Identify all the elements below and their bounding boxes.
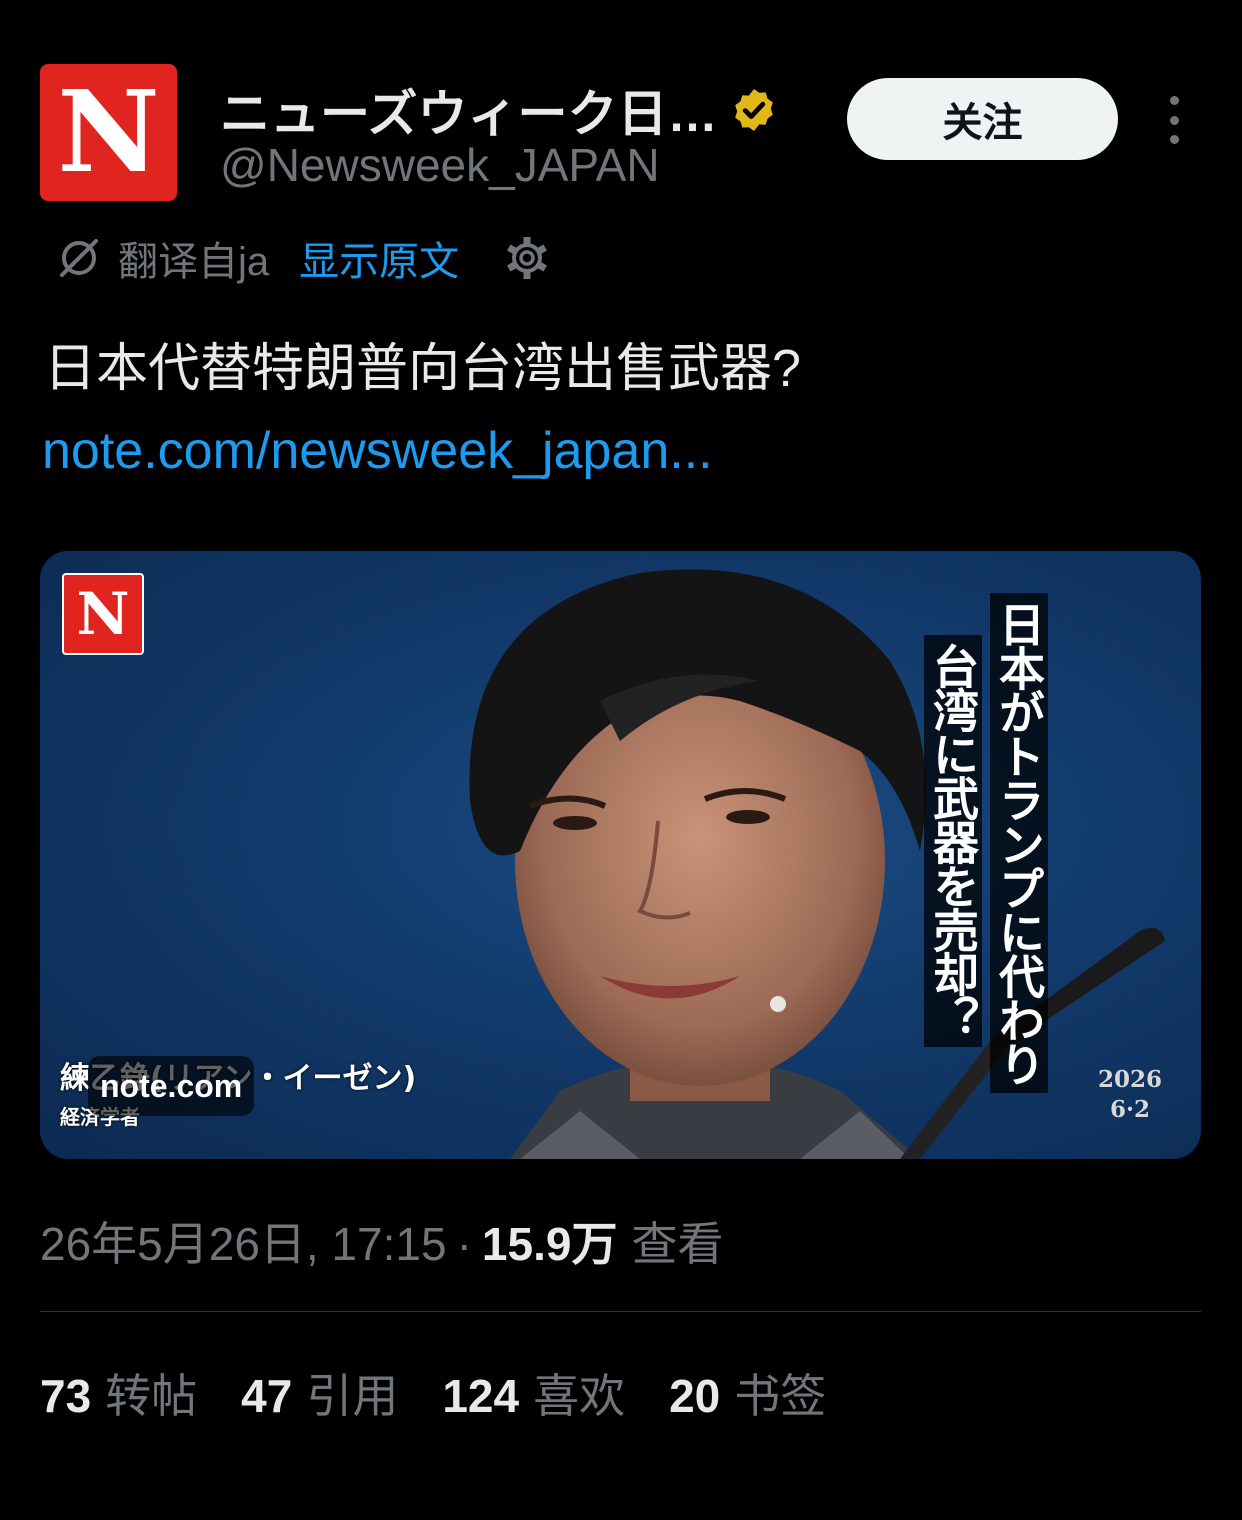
user-handle[interactable]: @Newsweek_JAPAN bbox=[220, 138, 660, 192]
quotes-count: 47 bbox=[241, 1370, 293, 1422]
card-date-year: 2026 bbox=[1098, 1066, 1163, 1093]
translation-bar: 翻译自ja 显示原文 bbox=[54, 228, 551, 288]
post-link[interactable]: note.com/newsweek_japan... bbox=[42, 418, 713, 484]
card-headline-col2: 台湾に武器を売却？ bbox=[924, 635, 982, 1047]
engagement-stats: 73 转帖 47 引用 124 喜欢 20 书签 bbox=[40, 1360, 870, 1426]
translate-icon bbox=[60, 239, 98, 277]
bookmarks-label: 书签 bbox=[734, 1370, 827, 1422]
post-meta: 26年5月26日, 17:15 · 15.9万 查看 bbox=[40, 1208, 723, 1274]
reposts-count: 73 bbox=[40, 1370, 92, 1422]
divider bbox=[40, 1311, 1201, 1312]
quotes-stat[interactable]: 47 引用 bbox=[241, 1360, 398, 1426]
show-original-link[interactable]: 显示原文 bbox=[299, 229, 459, 287]
timestamp[interactable]: 26年5月26日, 17:15 bbox=[40, 1208, 447, 1274]
views-count: 15.9万 bbox=[481, 1218, 618, 1270]
quotes-label: 引用 bbox=[306, 1370, 399, 1422]
likes-label: 喜欢 bbox=[533, 1370, 626, 1422]
card-date-day: 6·2 bbox=[1110, 1096, 1151, 1123]
avatar[interactable]: N bbox=[40, 64, 177, 201]
avatar-letter: N bbox=[57, 66, 160, 198]
media-card[interactable]: N 日本がトランプに代わり 台湾に武器を売却？ 2026 6·2 練乙錚(リアン… bbox=[40, 551, 1201, 1159]
bookmarks-stat[interactable]: 20 书签 bbox=[669, 1360, 826, 1426]
translation-label: 翻译自ja bbox=[118, 240, 270, 284]
bookmarks-count: 20 bbox=[669, 1370, 721, 1422]
follow-button[interactable]: 关注 bbox=[847, 78, 1118, 160]
views-label: 查看 bbox=[631, 1218, 724, 1270]
card-date: 2026 6·2 bbox=[1098, 1065, 1162, 1125]
display-name-text: ニューズウィーク日… bbox=[220, 86, 718, 142]
reposts-label: 转帖 bbox=[105, 1370, 198, 1422]
reposts-stat[interactable]: 73 转帖 bbox=[40, 1360, 197, 1426]
likes-count: 124 bbox=[442, 1370, 520, 1422]
more-icon[interactable] bbox=[1160, 96, 1188, 144]
likes-stat[interactable]: 124 喜欢 bbox=[442, 1360, 625, 1426]
card-headline-col1: 日本がトランプに代わり bbox=[990, 593, 1048, 1093]
card-domain-label: note.com bbox=[88, 1056, 255, 1116]
display-name[interactable]: ニューズウィーク日… bbox=[220, 74, 778, 146]
card-newsweek-logo: N bbox=[62, 573, 144, 655]
meta-separator: · bbox=[456, 1218, 472, 1270]
gear-icon[interactable] bbox=[503, 234, 551, 282]
post-text: 日本代替特朗普向台湾出售武器? bbox=[44, 340, 801, 398]
verified-badge-icon bbox=[734, 89, 773, 131]
